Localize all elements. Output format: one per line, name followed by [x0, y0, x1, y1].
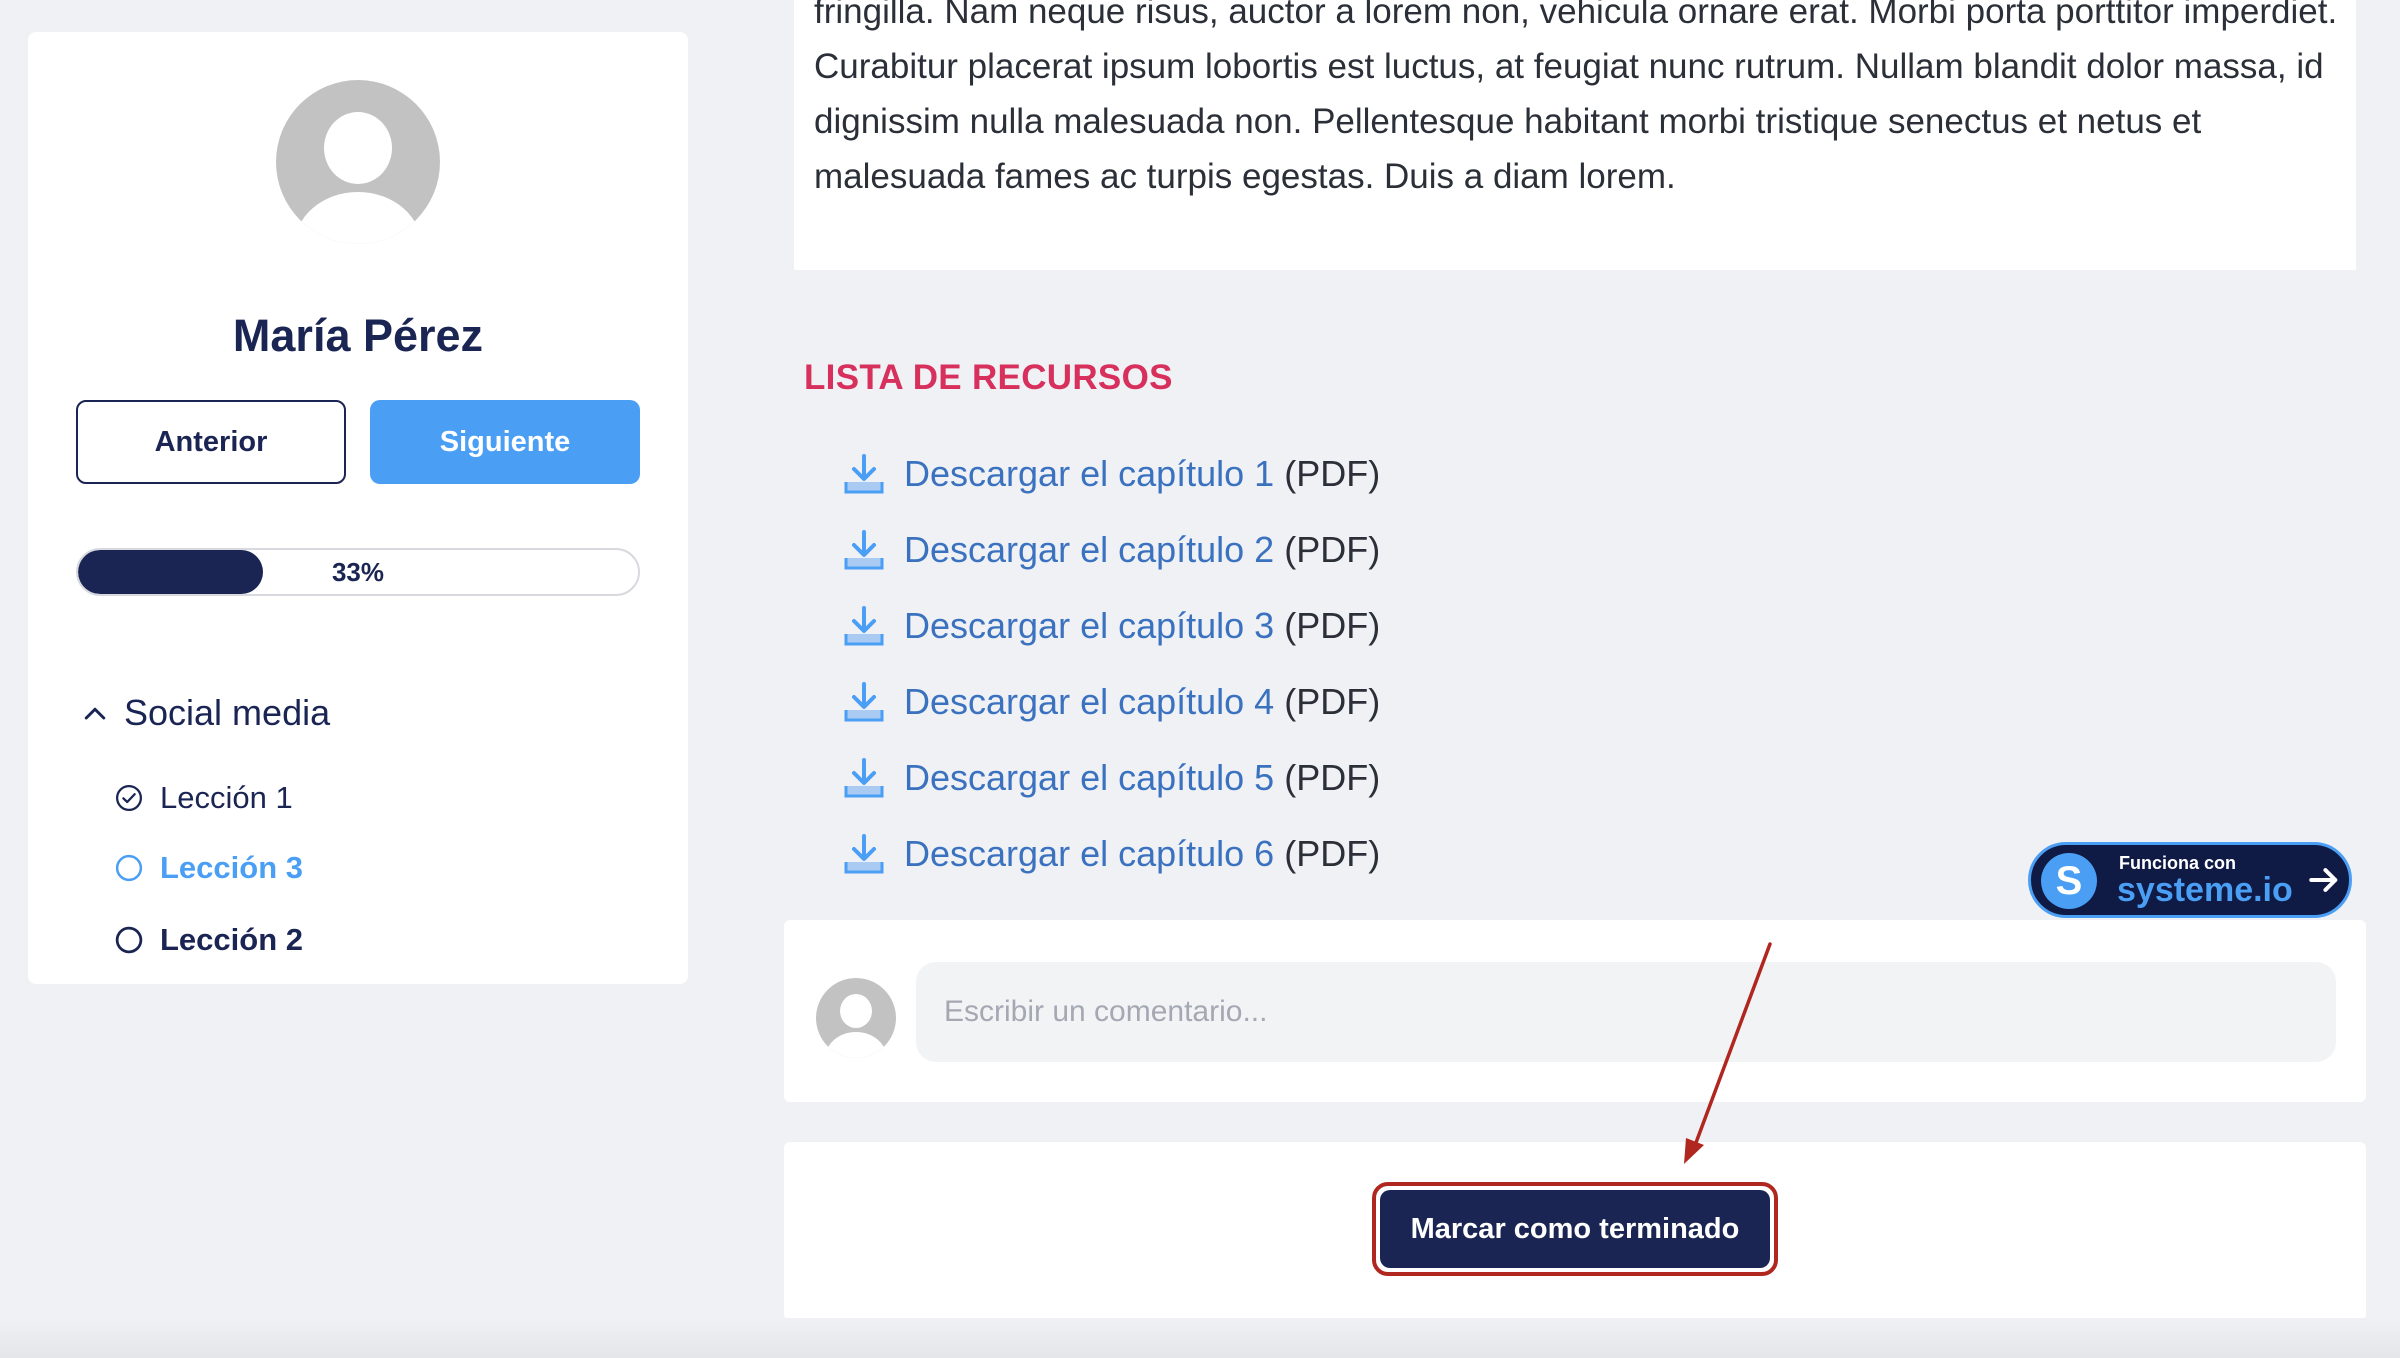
download-icon[interactable]	[842, 604, 886, 648]
avatar	[816, 978, 896, 1058]
resource-item: Descargar el capítulo 6 (PDF)	[842, 828, 1380, 880]
mark-complete-button[interactable]: Marcar como terminado	[1380, 1190, 1770, 1268]
resource-item: Descargar el capítulo 4 (PDF)	[842, 676, 1380, 728]
lesson-item-completed[interactable]: Lección 1	[114, 780, 293, 816]
resource-link[interactable]: Descargar el capítulo 5	[904, 757, 1274, 798]
check-circle-icon	[116, 785, 142, 811]
resource-link[interactable]: Descargar el capítulo 2	[904, 529, 1274, 570]
chevron-up-icon	[84, 707, 106, 720]
user-name: María Pérez	[232, 310, 484, 361]
resource-type: (PDF)	[1284, 529, 1381, 570]
arrow-right-icon	[2309, 868, 2338, 892]
circle-icon	[115, 854, 143, 882]
resource-link[interactable]: Descargar el capítulo 1	[904, 453, 1274, 494]
resource-link[interactable]: Descargar el capítulo 6	[904, 833, 1274, 874]
resource-type: (PDF)	[1284, 453, 1381, 494]
avatar	[276, 80, 440, 244]
lesson-text-card: fringilla. Nam neque risus, auctor a lor…	[794, 0, 2356, 270]
resources-title: LISTA DE RECURSOS	[804, 358, 1173, 397]
module-title: Social media	[124, 692, 331, 733]
lesson-item-pending[interactable]: Lección 2	[114, 922, 303, 958]
resource-item: Descargar el capítulo 1 (PDF)	[842, 448, 1380, 500]
module-toggle[interactable]: Social media	[80, 692, 330, 734]
resource-type: (PDF)	[1284, 757, 1381, 798]
lesson-paragraph: fringilla. Nam neque risus, auctor a lor…	[814, 0, 2338, 196]
next-button[interactable]: Siguiente	[370, 400, 640, 484]
download-icon[interactable]	[842, 680, 886, 724]
badge-brand: systeme.io	[2117, 871, 2293, 909]
download-icon[interactable]	[842, 756, 886, 800]
progress-bar: 33%	[76, 548, 640, 596]
lesson-label: Lección 3	[160, 850, 303, 885]
lesson-label: Lección 1	[160, 780, 293, 815]
resource-item: Descargar el capítulo 3 (PDF)	[842, 600, 1380, 652]
comment-section	[784, 920, 2366, 1102]
resource-item: Descargar el capítulo 2 (PDF)	[842, 524, 1380, 576]
previous-button[interactable]: Anterior	[76, 400, 346, 484]
resource-type: (PDF)	[1284, 681, 1381, 722]
download-icon[interactable]	[842, 452, 886, 496]
circle-icon	[115, 926, 143, 954]
page-bottom-edge	[0, 1318, 2400, 1358]
systeme-logo-icon: S	[2041, 853, 2097, 909]
resource-link[interactable]: Descargar el capítulo 4	[904, 681, 1274, 722]
resource-type: (PDF)	[1284, 605, 1381, 646]
lesson-label: Lección 2	[160, 922, 303, 957]
download-icon[interactable]	[842, 528, 886, 572]
download-icon[interactable]	[842, 832, 886, 876]
user-silhouette-icon	[324, 112, 392, 184]
progress-label: 33%	[331, 556, 385, 587]
resource-type: (PDF)	[1284, 833, 1381, 874]
lesson-item-current[interactable]: Lección 3	[114, 850, 303, 886]
user-silhouette-icon	[840, 994, 872, 1028]
course-sidebar: María Pérez Anterior Siguiente 33% Socia…	[28, 32, 688, 984]
powered-by-badge[interactable]: S Funciona con systeme.io	[2028, 842, 2352, 918]
resource-item: Descargar el capítulo 5 (PDF)	[842, 752, 1380, 804]
comment-input[interactable]	[916, 962, 2336, 1062]
resource-link[interactable]: Descargar el capítulo 3	[904, 605, 1274, 646]
